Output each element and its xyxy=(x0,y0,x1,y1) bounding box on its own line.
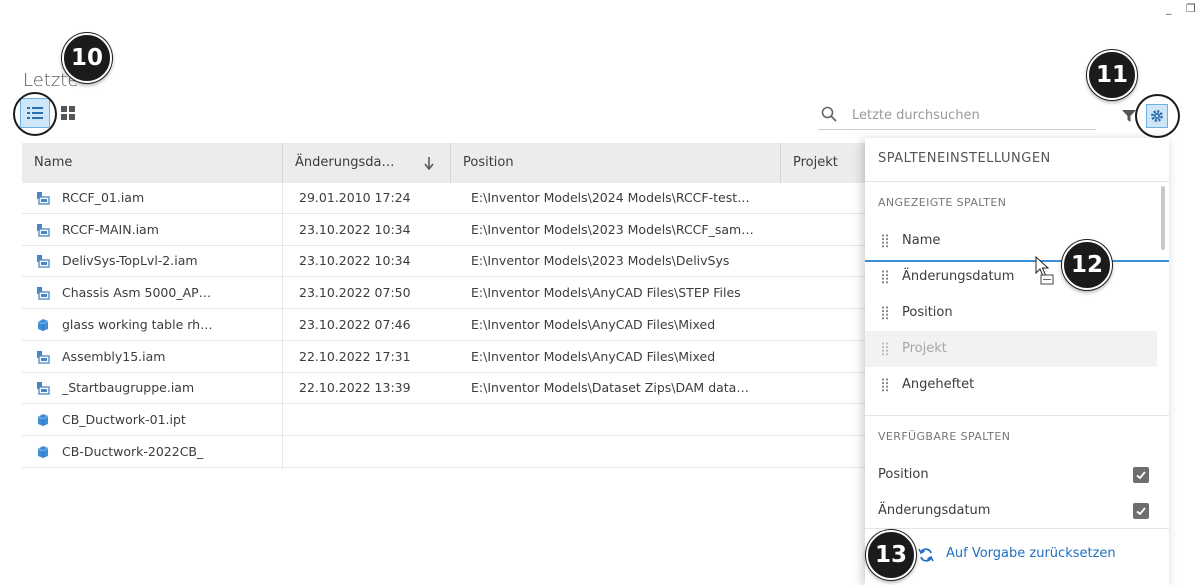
table-row[interactable]: Chassis Asm 5000_AP… 23.10.2022 07:50 E:\I… xyxy=(22,278,865,310)
table-row[interactable]: _Startbaugruppe.iam 22.10.2022 13:39 E:\In… xyxy=(22,373,865,405)
column-header-date-label: Änderungsda… xyxy=(295,155,395,170)
grid-view-button[interactable] xyxy=(53,98,83,128)
table-row[interactable]: RCCF-MAIN.iam 23.10.2022 10:34 E:\Inventor… xyxy=(22,215,865,246)
search-input[interactable] xyxy=(850,101,1094,129)
modified-date xyxy=(299,405,449,435)
settings-highlight xyxy=(1135,94,1180,138)
refresh-icon[interactable] xyxy=(918,547,934,563)
part-icon xyxy=(37,413,49,426)
file-name: DelivSys-TopLvl-2.iam xyxy=(62,253,198,269)
file-position xyxy=(471,405,776,435)
drag-handle-icon[interactable] xyxy=(881,342,889,356)
modified-date: 23.10.2022 07:46 xyxy=(299,316,411,332)
modified-date: 22.10.2022 17:31 xyxy=(299,348,411,364)
check-icon xyxy=(1136,507,1146,516)
table-header: Name Änderungsda… Position Projekt xyxy=(22,143,865,183)
table-row[interactable]: Assembly15.iam 22.10.2022 17:31 E:\Invento… xyxy=(22,342,865,373)
shown-columns-heading: ANGEZEIGTE SPALTEN xyxy=(878,196,1007,209)
search-box xyxy=(818,101,1096,130)
file-position xyxy=(471,437,776,467)
file-position: E:\Inventor Models\2023 Models\RCCF_sam… xyxy=(471,221,754,237)
panel-scrollbar[interactable] xyxy=(1161,186,1165,250)
file-name: CB-Ductwork-2022CB_ xyxy=(62,443,204,459)
shown-column-label: Name xyxy=(902,233,941,248)
assembly-icon xyxy=(37,382,50,395)
callout-11: 11 xyxy=(1087,50,1137,100)
file-position: E:\Inventor Models\2024 Models\RCCF-test… xyxy=(471,190,750,205)
file-name: _Startbaugruppe.iam xyxy=(62,380,195,396)
file-name: Chassis Asm 5000_AP… xyxy=(62,285,212,301)
column-header-name[interactable]: Name xyxy=(22,143,282,183)
callout-13: 13 xyxy=(866,530,916,580)
file-name: CB_Ductwork-01.ipt xyxy=(62,411,186,427)
file-position: E:\Inventor Models\Dataset Zips\DAM data… xyxy=(471,380,749,396)
grid-view-icon xyxy=(61,106,75,120)
shown-column-item[interactable]: Änderungsdatum xyxy=(865,259,1157,295)
available-column-item: Änderungsdatum xyxy=(878,503,991,518)
drag-handle-icon[interactable] xyxy=(881,270,889,284)
assembly-icon xyxy=(37,287,50,300)
callout-10: 10 xyxy=(62,33,112,83)
table-row[interactable]: CB_Ductwork-01.ipt xyxy=(22,405,865,436)
modified-date: 23.10.2022 10:34 xyxy=(299,253,411,269)
available-columns-heading: VERFÜGBARE SPALTEN xyxy=(878,430,1011,443)
drag-handle-icon[interactable] xyxy=(881,234,889,248)
table-row[interactable]: RCCF_01.iam 29.01.2010 17:24 E:\Inventor M… xyxy=(22,183,865,214)
modified-date: 23.10.2022 10:34 xyxy=(299,221,411,237)
modified-date xyxy=(299,437,449,467)
shown-column-label: Projekt xyxy=(902,341,947,356)
divider xyxy=(865,528,1169,529)
callout-12: 12 xyxy=(1062,240,1112,290)
check-icon xyxy=(1136,471,1146,480)
shown-column-label: Änderungsdatum xyxy=(902,269,1015,284)
shown-column-item[interactable]: Angeheftet xyxy=(865,367,1157,403)
file-name: RCCF_01.iam xyxy=(62,190,145,205)
list-view-highlight xyxy=(13,92,57,136)
assembly-icon xyxy=(37,223,50,237)
column-header-project[interactable]: Projekt xyxy=(781,143,865,183)
file-position: E:\Inventor Models\AnyCAD Files\Mixed xyxy=(471,316,716,332)
divider xyxy=(865,415,1169,416)
shown-column-item[interactable]: Name xyxy=(865,223,1157,259)
assembly-icon xyxy=(37,255,50,269)
divider xyxy=(865,181,1169,182)
modified-date: 22.10.2022 13:39 xyxy=(299,380,411,396)
shown-column-label: Position xyxy=(902,305,953,320)
column-checkbox[interactable] xyxy=(1133,503,1149,519)
table-row[interactable]: DelivSys-TopLvl-2.iam 23.10.2022 10:34 E:\… xyxy=(22,246,865,278)
file-name: Assembly15.iam xyxy=(62,348,166,364)
drag-handle-icon[interactable] xyxy=(881,378,889,392)
modified-date: 23.10.2022 07:50 xyxy=(299,285,411,301)
modified-date: 29.01.2010 17:24 xyxy=(299,190,411,205)
search-icon xyxy=(821,106,837,122)
filter-icon[interactable] xyxy=(1122,109,1136,123)
panel-title: SPALTENEINSTELLUNGEN xyxy=(878,151,1051,166)
part-icon xyxy=(37,445,49,458)
drag-handle-icon[interactable] xyxy=(881,306,889,320)
shown-column-item[interactable]: Position xyxy=(865,295,1157,331)
drop-indicator xyxy=(865,260,1169,262)
assembly-icon xyxy=(37,350,50,364)
file-position: E:\Inventor Models\AnyCAD Files\Mixed xyxy=(471,348,716,364)
sort-descending-icon[interactable] xyxy=(424,156,434,170)
file-position: E:\Inventor Models\AnyCAD Files\STEP Fil… xyxy=(471,285,741,301)
column-header-position[interactable]: Position xyxy=(451,143,780,183)
table-row[interactable]: CB-Ductwork-2022CB_ xyxy=(22,437,865,468)
shown-column-item[interactable]: Projekt xyxy=(865,331,1157,367)
part-icon xyxy=(37,318,49,331)
column-settings-panel: SPALTENEINSTELLUNGEN ANGEZEIGTE SPALTEN … xyxy=(865,138,1169,585)
file-name: RCCF-MAIN.iam xyxy=(62,221,159,237)
file-position: E:\Inventor Models\2023 Models\DelivSys xyxy=(471,253,730,269)
cursor-icon xyxy=(1035,256,1054,285)
reset-defaults-link[interactable]: Auf Vorgabe zurücksetzen xyxy=(946,546,1116,561)
column-checkbox[interactable] xyxy=(1133,467,1149,483)
file-name: glass working table rh… xyxy=(62,316,213,332)
shown-column-label: Angeheftet xyxy=(902,377,975,392)
assembly-icon xyxy=(37,192,50,205)
minimize-button[interactable]: _ xyxy=(1166,2,1172,15)
table-row[interactable]: glass working table rh… 23.10.2022 07:46 E… xyxy=(22,310,865,341)
restore-button[interactable]: ❐ xyxy=(1186,2,1196,15)
available-column-item: Position xyxy=(878,467,929,482)
